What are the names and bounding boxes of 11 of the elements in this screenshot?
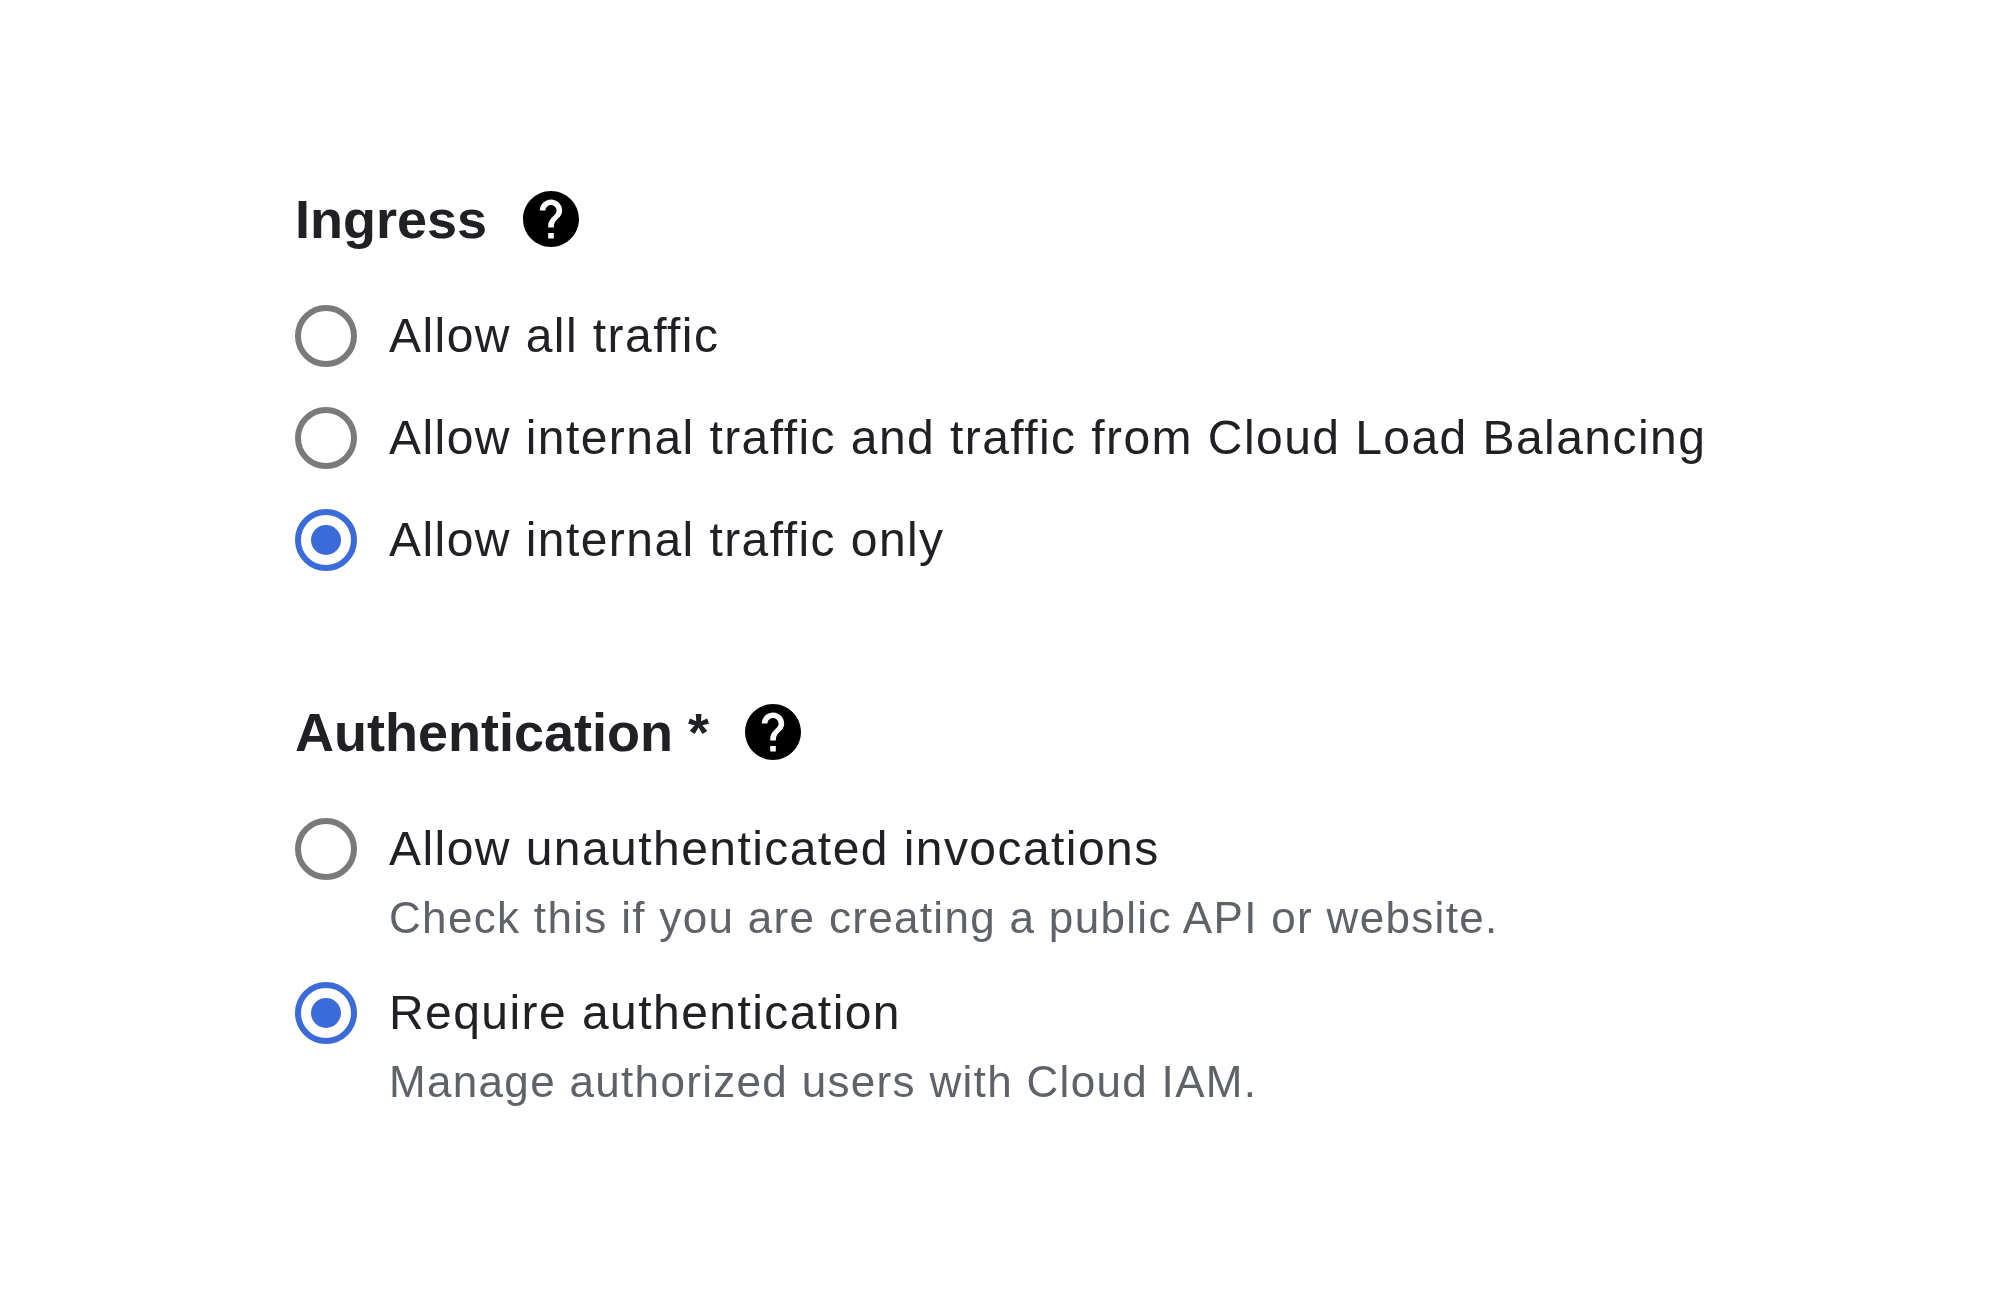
option-label: Allow unauthenticated invocations [389,821,1160,877]
option-label: Allow all traffic [389,308,720,364]
section-title: Ingress [295,191,488,247]
section-title: Authentication * [295,704,709,760]
option-description: Check this if you are creating a public API or website. [389,892,1499,944]
help-icon[interactable] [745,704,801,760]
option-label: Allow internal traffic only [389,512,945,568]
option-label: Require authentication [389,985,901,1041]
option-label: Allow internal traffic and traffic from Cloud Load Balancing [389,410,1707,466]
option-description: Manage authorized users with Cloud IAM. [389,1056,1258,1108]
help-icon[interactable] [523,191,580,247]
